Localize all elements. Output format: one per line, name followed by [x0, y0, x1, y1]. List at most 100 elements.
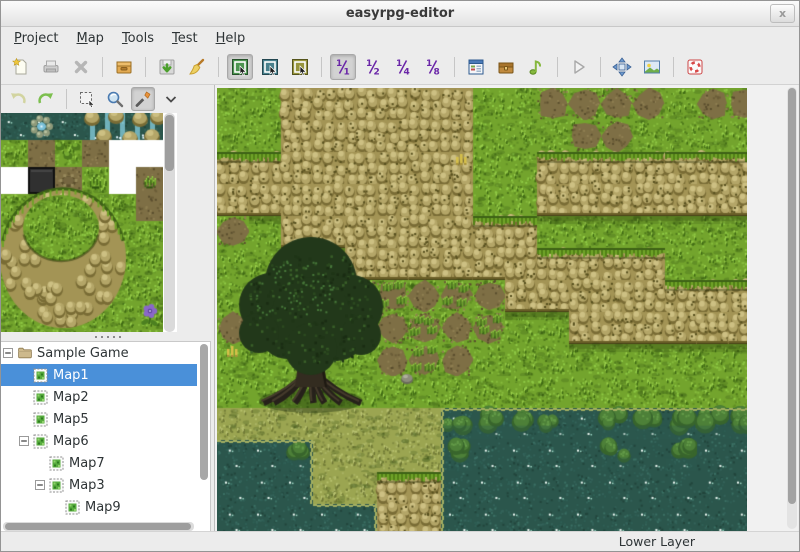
menu-project[interactable]: Project — [5, 29, 68, 48]
event-layer-mode-button[interactable] — [287, 54, 313, 80]
zoom-1-1-button[interactable]: 11 — [330, 54, 356, 80]
menu-help[interactable]: Help — [207, 29, 255, 48]
resource-manager-button[interactable] — [493, 54, 519, 80]
event-layer-mode-icon — [290, 57, 310, 77]
panel-splitter-handle[interactable] — [1, 332, 214, 341]
close-window-button[interactable]: x — [770, 4, 795, 23]
redo-button[interactable] — [34, 87, 58, 111]
folder-icon-slot — [17, 345, 33, 361]
tree-expander[interactable] — [3, 346, 17, 360]
map-icon-slot — [33, 411, 49, 427]
menu-tools[interactable]: Tools — [113, 29, 163, 48]
tree-item-label: Map2 — [49, 390, 89, 405]
tree-item-label: Map5 — [49, 412, 89, 427]
easyrpg-editor-window: easyrpg-editor x ProjectMapToolsTestHelp… — [0, 0, 800, 552]
tileset-palette-canvas[interactable] — [1, 113, 163, 332]
tree-item-map6[interactable]: Map6 — [1, 430, 197, 452]
close-project-button[interactable] — [68, 54, 94, 80]
zoom-1-8-icon: 18 — [423, 57, 443, 77]
map-icon-slot — [33, 433, 49, 449]
undo-button[interactable] — [6, 87, 30, 111]
zoom-1-1-icon: 11 — [333, 57, 353, 77]
titlebar[interactable]: easyrpg-editor x — [1, 1, 799, 27]
tree-item-map9[interactable]: Map9 — [1, 496, 197, 518]
expander-minus-icon[interactable] — [3, 348, 13, 358]
map-vertical-scrollbar[interactable] — [787, 87, 797, 529]
tree-item-map5[interactable]: Map5 — [1, 408, 197, 430]
map-vertical-scrollbar-thumb[interactable] — [788, 88, 796, 504]
tree-horizontal-scrollbar-thumb[interactable] — [5, 523, 191, 530]
svg-text:1: 1 — [344, 67, 350, 77]
menu-test[interactable]: Test — [163, 29, 207, 48]
expander-minus-icon[interactable] — [19, 436, 29, 446]
open-project-icon — [41, 57, 61, 77]
tree-item-sample-game[interactable]: Sample Game — [1, 342, 197, 364]
save-map-icon — [157, 57, 177, 77]
menu-map[interactable]: Map — [68, 29, 113, 48]
project-settings-button[interactable] — [111, 54, 137, 80]
play-test-button[interactable] — [566, 54, 592, 80]
map-tree: Sample Game Map1 Map2 Map5 Map6 Map7 Map3Map9M… — [1, 342, 197, 521]
resource-manager-icon — [496, 57, 516, 77]
zoom-tool-button[interactable] — [103, 87, 127, 111]
map-icon — [33, 390, 48, 405]
menubar: ProjectMapToolsTestHelp — [1, 28, 799, 49]
svg-text:1: 1 — [336, 59, 342, 69]
select-icon — [77, 89, 97, 109]
database-icon — [466, 57, 486, 77]
clean-map-button[interactable] — [184, 54, 210, 80]
tree-item-map2[interactable]: Map2 — [1, 386, 197, 408]
toolbar-separator — [321, 57, 322, 77]
map-icon-slot — [65, 499, 81, 515]
expander-minus-icon[interactable] — [35, 480, 45, 490]
lower-layer-mode-button[interactable] — [227, 54, 253, 80]
tree-item-label: Map7 — [65, 456, 105, 471]
palette-scrollbar[interactable] — [164, 113, 175, 332]
new-project-button[interactable] — [8, 54, 34, 80]
statusbar: Lower Layer — [1, 531, 799, 551]
window-title: easyrpg-editor — [1, 6, 799, 21]
tree-expander-spacer — [19, 368, 33, 382]
map-position-button[interactable] — [609, 54, 635, 80]
toolbar-separator — [102, 57, 103, 77]
tree-expander-spacer — [51, 500, 65, 514]
screenshot-button[interactable] — [639, 54, 665, 80]
tree-item-map7[interactable]: Map7 — [1, 452, 197, 474]
help-lifebuoy-icon — [685, 57, 705, 77]
help-lifebuoy-button[interactable] — [682, 54, 708, 80]
map-position-icon — [612, 57, 632, 77]
tree-item-map3[interactable]: Map3 — [1, 474, 197, 496]
undo-icon — [8, 89, 28, 109]
palette-scrollbar-thumb[interactable] — [165, 115, 174, 171]
tree-expander[interactable] — [35, 478, 49, 492]
upper-layer-mode-icon — [260, 57, 280, 77]
brush-button[interactable] — [131, 87, 155, 111]
open-project-button[interactable] — [38, 54, 64, 80]
map-icon-slot — [33, 367, 49, 383]
folder-icon — [17, 345, 33, 361]
upper-layer-mode-button[interactable] — [257, 54, 283, 80]
save-map-button[interactable] — [154, 54, 180, 80]
tree-item-map8[interactable]: Map8 — [1, 518, 197, 521]
chevron-down-button[interactable] — [159, 87, 183, 111]
svg-text:8: 8 — [434, 67, 440, 77]
tree-horizontal-scrollbar[interactable] — [3, 522, 194, 531]
tree-item-map1[interactable]: Map1 — [1, 364, 197, 386]
select-button[interactable] — [75, 87, 99, 111]
tree-expander[interactable] — [19, 434, 33, 448]
tree-vertical-scrollbar[interactable] — [199, 344, 209, 520]
tree-item-label: Map1 — [49, 368, 89, 383]
music-button[interactable] — [523, 54, 549, 80]
tree-item-label: Sample Game — [33, 346, 129, 361]
toolbar-separator — [66, 89, 67, 109]
database-button[interactable] — [463, 54, 489, 80]
zoom-1-8-button[interactable]: 18 — [420, 54, 446, 80]
toolbar-separator — [600, 57, 601, 77]
tree-expander-spacer — [35, 456, 49, 470]
zoom-1-2-button[interactable]: 12 — [360, 54, 386, 80]
toolbar-separator — [557, 57, 558, 77]
map-canvas[interactable] — [217, 88, 747, 533]
zoom-1-4-button[interactable]: 14 — [390, 54, 416, 80]
redo-icon — [36, 89, 56, 109]
tree-vertical-scrollbar-thumb[interactable] — [200, 344, 208, 480]
